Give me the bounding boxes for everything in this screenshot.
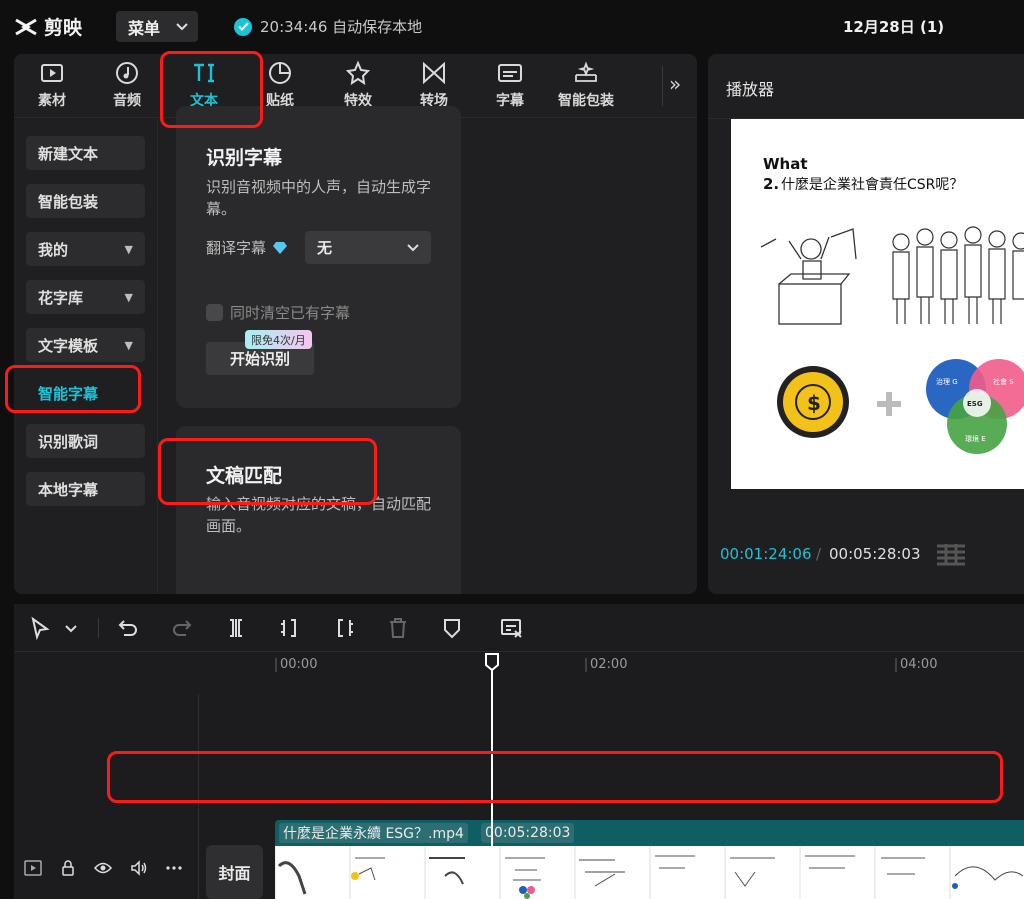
frame-subheading-num: 2.	[763, 175, 779, 193]
office-worker-sketch	[760, 228, 857, 325]
main-track-controls	[24, 860, 182, 876]
clip-name: 什麼是企業永續 ESG？.mp4	[279, 823, 468, 843]
tab-smart-package[interactable]: 智能包装	[551, 60, 621, 114]
menu-button[interactable]: 菜单	[116, 11, 198, 42]
recognize-desc: 识别音视频中的人声，自动生成字幕。	[206, 178, 432, 218]
recognize-subtitle-card: 识别字幕 识别音视频中的人声，自动生成字幕。 翻译字幕 无 同时清空已有字幕 开…	[176, 106, 461, 408]
volume-icon[interactable]	[130, 860, 148, 876]
current-time: 00:01:24:06	[720, 545, 812, 563]
eye-icon[interactable]	[94, 861, 112, 875]
undo-icon[interactable]	[116, 616, 140, 640]
trim-right-icon[interactable]	[332, 616, 356, 640]
highlight-smart-subtitle	[5, 365, 141, 413]
trim-left-icon[interactable]	[278, 616, 302, 640]
translate-label: 翻译字幕	[206, 237, 288, 258]
tab-audio[interactable]: 音频	[92, 60, 162, 114]
total-time: 00:05:28:03	[829, 545, 921, 563]
category-new-text[interactable]: 新建文本	[26, 136, 145, 170]
timeline-ruler[interactable]: 00:00 02:00 04:00	[274, 652, 1024, 678]
svg-text:ESG: ESG	[967, 400, 983, 408]
split-icon[interactable]	[224, 616, 248, 640]
capcut-logo-icon	[15, 18, 37, 35]
project-title: 12月28日 (1)	[843, 18, 945, 36]
track-cover-icon[interactable]	[24, 860, 42, 876]
grid-ratio-icon[interactable]	[935, 542, 967, 566]
category-local-subtitle[interactable]: 本地字幕	[26, 472, 145, 506]
ruler-label: 00:00	[280, 657, 318, 672]
clear-existing-row[interactable]: 同时清空已有字幕	[206, 302, 350, 323]
category-mine[interactable]: 我的 ▼	[26, 232, 145, 266]
more-options-icon[interactable]	[166, 866, 182, 870]
category-recognize-lyrics[interactable]: 识别歌词	[26, 424, 145, 458]
toolbar-divider	[662, 66, 663, 106]
clip-thumbnails	[275, 846, 1024, 899]
resource-panel: 素材 音频 文本 贴纸 特效 转场 字幕 智能包装 » 新建文本 智能包装 我的…	[14, 54, 697, 594]
effects-icon	[345, 60, 371, 86]
delete-icon[interactable]	[386, 616, 410, 640]
translate-select[interactable]: 无	[305, 231, 431, 264]
autosave-status: 20:34:46 自动保存本地	[234, 16, 422, 37]
category-text-template[interactable]: 文字模板 ▼	[26, 328, 145, 362]
video-frame-illustration: What 2. 什麼是企業社會責任CSR呢？ $ 治理 G 社會 S 環境 E …	[760, 155, 1024, 454]
category-sidebar: 新建文本 智能包装 我的 ▼ 花字库 ▼ 文字模板 ▼ 智能字幕 识别歌词 本地字幕	[14, 118, 158, 594]
category-fancy-text[interactable]: 花字库 ▼	[26, 280, 145, 314]
select-cursor-icon[interactable]	[28, 616, 52, 640]
app-logo: 剪映	[14, 13, 82, 40]
tab-subtitle[interactable]: 字幕	[475, 60, 545, 114]
frame-heading: What	[763, 155, 808, 173]
smart-package-icon	[575, 61, 597, 82]
audio-icon	[116, 62, 138, 84]
chevron-down-icon: ▼	[124, 242, 133, 256]
thumbnail-strip	[275, 846, 1024, 899]
app-name: 剪映	[44, 17, 83, 39]
remove-subtitle-icon[interactable]	[500, 616, 524, 640]
player-title: 播放器	[726, 80, 775, 99]
ruler-label: 02:00	[590, 657, 628, 672]
player-panel: 播放器 What 2. 什麼是企業社會責任CSR呢？ $ 治理 G 社會 S 環…	[708, 54, 1024, 594]
people-group-sketch	[892, 226, 1024, 324]
check-circle-icon	[234, 17, 252, 36]
time-separator: /	[816, 545, 822, 563]
marker-icon[interactable]	[440, 616, 464, 640]
free-limit-badge: 限免4次/月	[245, 330, 312, 349]
transition-icon	[423, 61, 445, 85]
highlight-text-tab	[160, 51, 263, 128]
more-tabs-button[interactable]: »	[669, 72, 681, 96]
media-icon	[41, 64, 63, 82]
playhead-handle-icon[interactable]	[484, 652, 500, 672]
chevron-down-icon	[407, 243, 419, 251]
clip-duration: 00:05:28:03	[481, 823, 575, 843]
recognize-title: 识别字幕	[206, 147, 283, 169]
diamond-icon	[273, 241, 288, 254]
chevron-down-icon: ▼	[124, 338, 133, 352]
toolbar-divider	[98, 618, 99, 638]
chevron-down-icon: ▼	[124, 290, 133, 304]
video-frame[interactable]: What 2. 什麼是企業社會責任CSR呢？ $ 治理 G 社會 S 環境 E …	[731, 119, 1024, 489]
category-smart-package[interactable]: 智能包装	[26, 184, 145, 218]
cover-button[interactable]: 封面	[206, 845, 263, 899]
timeline-toolbar	[14, 604, 1024, 652]
highlight-subtitle-track	[107, 751, 1003, 803]
frame-subheading: 什麼是企業社會責任CSR呢？	[781, 176, 963, 193]
top-bar: 剪映 菜单 20:34:46 自动保存本地 12月28日 (1)	[0, 0, 1024, 52]
video-clip[interactable]: 什麼是企業永續 ESG？.mp4 00:05:28:03	[275, 820, 1024, 899]
svg-text:治理 G: 治理 G	[936, 377, 958, 386]
highlight-script-match	[158, 438, 377, 505]
ruler-label: 04:00	[900, 657, 938, 672]
chevron-down-icon	[176, 22, 188, 30]
lock-icon[interactable]	[60, 860, 76, 876]
subtitle-icon	[498, 64, 522, 82]
tab-media[interactable]: 素材	[17, 60, 87, 114]
clear-existing-checkbox[interactable]	[206, 304, 223, 321]
sticker-icon	[269, 62, 291, 84]
chevron-down-icon[interactable]	[64, 616, 78, 640]
svg-text:環境 E: 環境 E	[965, 434, 986, 443]
svg-text:$: $	[807, 391, 821, 415]
redo-icon[interactable]	[170, 616, 194, 640]
svg-text:社會 S: 社會 S	[993, 377, 1014, 386]
